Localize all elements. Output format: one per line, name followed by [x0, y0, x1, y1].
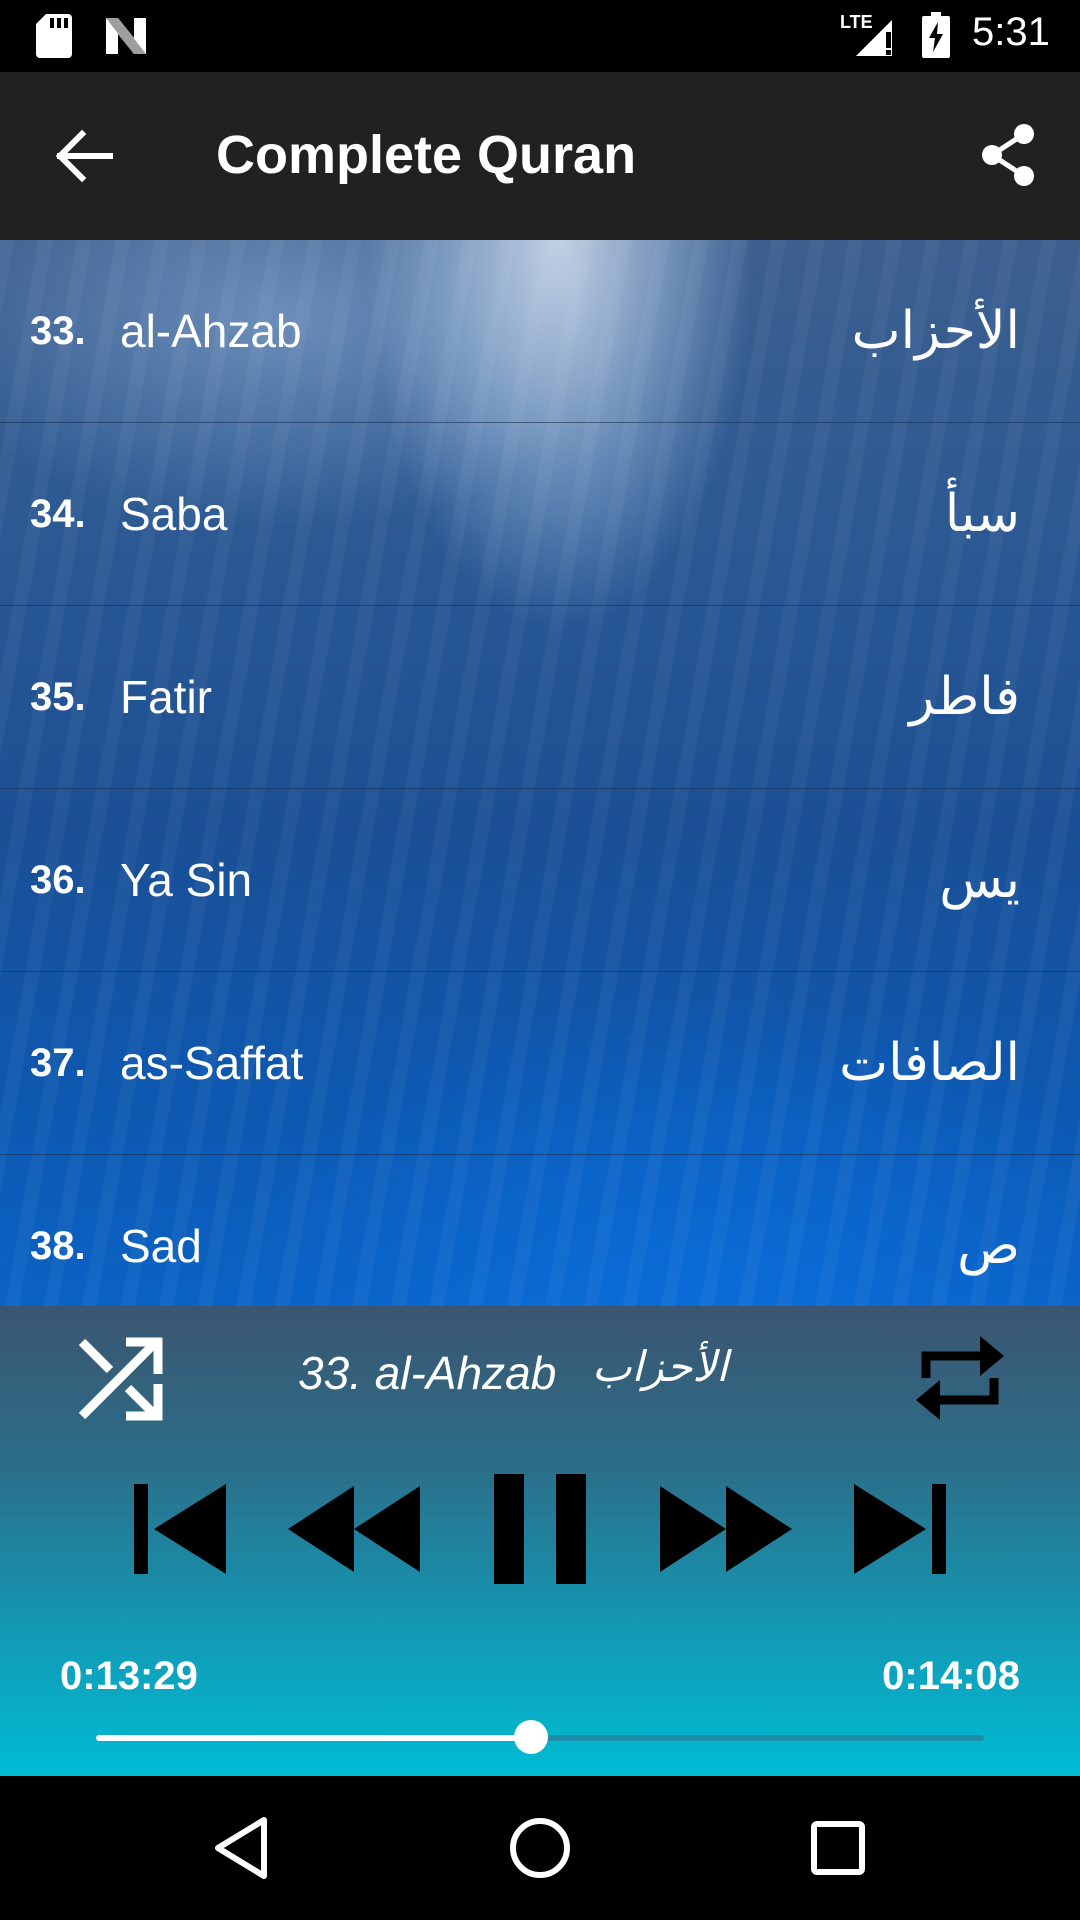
fast-forward-icon[interactable]	[658, 1474, 794, 1584]
repeat-icon[interactable]	[914, 1328, 1006, 1428]
nav-recents-icon[interactable]	[802, 1812, 874, 1884]
now-playing-title: 33. al-Ahzab	[298, 1347, 557, 1399]
surah-name: Ya Sin	[120, 854, 253, 906]
surah-number: 34.	[30, 492, 86, 536]
list-item[interactable]: 34. Saba سبأ	[0, 423, 1080, 606]
app-bar: Complete Quran	[0, 72, 1080, 240]
surah-name: Sad	[120, 1220, 202, 1272]
shuffle-icon[interactable]	[78, 1336, 164, 1422]
status-bar: LTE 5:31	[0, 0, 1080, 72]
surah-number: 33.	[30, 309, 86, 353]
pause-icon[interactable]	[494, 1474, 586, 1584]
clock: 5:31	[972, 10, 1050, 54]
seek-bar[interactable]	[96, 1720, 984, 1754]
skip-previous-icon[interactable]	[132, 1474, 228, 1584]
share-icon[interactable]	[978, 122, 1038, 188]
surah-name: al-Ahzab	[120, 305, 302, 357]
surah-arabic-name: الصافات	[839, 1033, 1020, 1093]
page-title: Complete Quran	[216, 125, 637, 185]
rewind-icon[interactable]	[286, 1474, 422, 1584]
now-playing-arabic-title: الأحزاب	[592, 1342, 728, 1391]
surah-number: 38.	[30, 1224, 86, 1268]
arrow-back-icon[interactable]	[52, 126, 116, 186]
surah-arabic-name: سبأ	[944, 484, 1020, 544]
surah-arabic-name: يس	[939, 850, 1020, 910]
total-time: 0:14:08	[882, 1654, 1020, 1698]
nav-back-icon[interactable]	[206, 1812, 278, 1884]
list-item[interactable]: 37. as-Saffat الصافات	[0, 972, 1080, 1155]
list-item[interactable]: 35. Fatir فاطر	[0, 606, 1080, 789]
n-icon	[106, 18, 146, 54]
surah-arabic-name: الأحزاب	[851, 301, 1020, 361]
surah-name: as-Saffat	[120, 1037, 304, 1089]
sd-card-icon	[36, 14, 72, 58]
skip-next-icon[interactable]	[852, 1474, 948, 1584]
signal-icon	[856, 20, 892, 56]
battery-charging-icon	[922, 12, 950, 58]
list-item[interactable]: 36. Ya Sin يس	[0, 789, 1080, 972]
seek-progress	[96, 1735, 532, 1741]
surah-number: 35.	[30, 675, 86, 719]
nav-home-icon[interactable]	[504, 1812, 576, 1884]
list-item[interactable]: 33. al-Ahzab الأحزاب	[0, 240, 1080, 423]
surah-name: Fatir	[120, 671, 212, 723]
surah-arabic-name: ص	[957, 1216, 1020, 1276]
list-item[interactable]: 38. Sad ص	[0, 1155, 1080, 1306]
seek-thumb[interactable]	[514, 1720, 549, 1754]
current-time: 0:13:29	[60, 1654, 198, 1698]
surah-name: Saba	[120, 488, 228, 540]
media-player: 33. al-Ahzab الأحزاب 0:13:29 0:14:08	[0, 1306, 1080, 1776]
surah-arabic-name: فاطر	[909, 667, 1020, 727]
surah-list[interactable]: 33. al-Ahzab الأحزاب 34. Saba سبأ 35. Fa…	[0, 240, 1080, 1306]
surah-number: 36.	[30, 858, 86, 902]
surah-number: 37.	[30, 1041, 86, 1085]
system-nav-bar	[0, 1776, 1080, 1920]
